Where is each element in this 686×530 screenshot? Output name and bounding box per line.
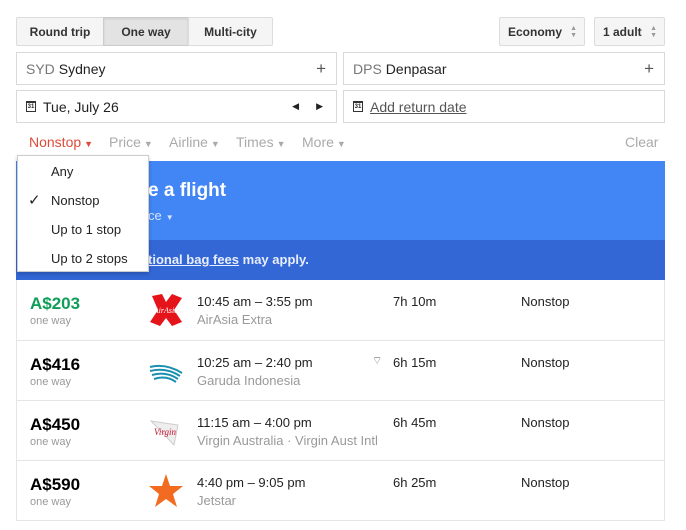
multi-city-button[interactable]: Multi-city bbox=[188, 17, 273, 46]
cabin-select[interactable]: Economy ▲ ▼ bbox=[499, 17, 585, 46]
flight-duration: 6h 25m bbox=[393, 475, 437, 490]
caret-down-icon: ▼ bbox=[84, 139, 94, 149]
virgin-logo-icon: Virgin bbox=[149, 420, 179, 447]
flight-stops: Nonstop bbox=[521, 475, 570, 490]
passengers-value: 1 adult bbox=[603, 24, 642, 39]
next-date-icon[interactable]: ▶ bbox=[316, 101, 323, 112]
svg-text:AirAsia: AirAsia bbox=[153, 306, 178, 315]
airline-filter[interactable]: Airline ▼ bbox=[169, 134, 220, 150]
updown-arrow-icon: ▲ ▼ bbox=[650, 25, 657, 39]
departure-date: Tue, July 26 bbox=[43, 98, 119, 115]
passengers-select[interactable]: 1 adult ▲ ▼ bbox=[594, 17, 665, 46]
stops-filter[interactable]: Nonstop ▼ bbox=[29, 134, 93, 150]
sort-label: ce bbox=[148, 208, 162, 223]
destination-city: Denpasar bbox=[385, 60, 447, 77]
calendar-icon: 31 bbox=[353, 101, 363, 112]
departure-date-input[interactable]: 31 Tue, July 26 ◀ ▶ bbox=[16, 90, 337, 123]
wifi-icon: ⌔ bbox=[372, 355, 383, 367]
flight-duration: 6h 45m bbox=[393, 415, 437, 430]
flight-price: A$450 bbox=[30, 415, 81, 434]
airasia-logo-icon: AirAsia bbox=[150, 294, 182, 326]
price-filter[interactable]: Price ▼ bbox=[109, 134, 153, 150]
banner-title: e a flight bbox=[148, 180, 227, 201]
airline-name: Jetstar bbox=[197, 493, 237, 508]
flight-duration: 7h 10m bbox=[393, 294, 437, 309]
caret-down-icon: ▼ bbox=[276, 139, 286, 149]
one-way-button[interactable]: One way bbox=[103, 17, 189, 46]
flight-stops: Nonstop bbox=[521, 294, 570, 309]
flight-times: 10:25 am – 2:40 pm bbox=[197, 355, 313, 370]
flight-duration: 6h 15m bbox=[393, 355, 437, 370]
caret-down-icon: ▼ bbox=[210, 139, 220, 149]
price-note: one way bbox=[30, 315, 71, 327]
airline-name: AirAsia Extra bbox=[197, 312, 273, 327]
menu-item-any[interactable]: Any bbox=[51, 164, 73, 179]
caret-down-icon: ▼ bbox=[165, 213, 174, 222]
flight-price: A$416 bbox=[30, 355, 81, 374]
airline-filter-label: Airline bbox=[169, 134, 208, 150]
flight-stops: Nonstop bbox=[521, 415, 570, 430]
flight-price: A$590 bbox=[30, 475, 81, 494]
flight-row[interactable]: A$450 one way Virgin 11:15 am – 4:00 pm … bbox=[17, 400, 664, 460]
sort-dropdown[interactable]: ce ▼ bbox=[148, 208, 174, 223]
round-trip-button[interactable]: Round trip bbox=[16, 17, 104, 46]
cabin-value: Economy bbox=[508, 24, 563, 39]
menu-item-nonstop[interactable]: Nonstop bbox=[51, 193, 99, 208]
origin-code: SYD bbox=[26, 60, 55, 77]
more-filter-label: More bbox=[302, 134, 334, 150]
stops-dropdown-menu: Any ✓ Nonstop Up to 1 stop Up to 2 stops bbox=[17, 155, 149, 272]
add-origin-plus-icon[interactable]: + bbox=[316, 59, 326, 79]
stops-filter-label: Nonstop bbox=[29, 134, 82, 150]
more-filter[interactable]: More ▼ bbox=[302, 134, 346, 150]
menu-item-up-to-1-stop[interactable]: Up to 1 stop bbox=[51, 222, 121, 237]
flight-times: 4:40 pm – 9:05 pm bbox=[197, 475, 306, 490]
bag-fees-note: may apply. bbox=[239, 252, 309, 267]
times-filter-label: Times bbox=[236, 134, 274, 150]
calendar-icon: 31 bbox=[26, 101, 36, 112]
clear-filters-button[interactable]: Clear bbox=[625, 134, 658, 150]
origin-input[interactable]: SYD Sydney + bbox=[16, 52, 337, 85]
flight-row[interactable]: A$416 one way 10:25 am – 2:40 pm Garuda … bbox=[17, 340, 664, 400]
jetstar-logo-icon bbox=[149, 474, 183, 507]
flight-times: 11:15 am – 4:00 pm bbox=[197, 415, 312, 430]
price-note: one way bbox=[30, 376, 71, 388]
airline-name: Garuda Indonesia bbox=[197, 373, 301, 388]
flight-row[interactable]: A$590 one way 4:40 pm – 9:05 pm Jetstar … bbox=[17, 460, 664, 520]
flight-results-list: A$203 one way AirAsia 10:45 am – 3:55 pm… bbox=[16, 280, 665, 521]
airline-name: Virgin Australia · Virgin Aust Intl bbox=[197, 433, 378, 448]
destination-input[interactable]: DPS Denpasar + bbox=[343, 52, 665, 85]
flight-stops: Nonstop bbox=[521, 355, 570, 370]
garuda-logo-icon bbox=[149, 364, 183, 383]
flight-row[interactable]: A$203 one way AirAsia 10:45 am – 3:55 pm… bbox=[17, 280, 664, 340]
flight-price: A$203 bbox=[30, 294, 81, 313]
destination-code: DPS bbox=[353, 60, 382, 77]
price-filter-label: Price bbox=[109, 134, 141, 150]
menu-item-up-to-2-stops[interactable]: Up to 2 stops bbox=[51, 251, 128, 266]
bag-fees-link[interactable]: tional bag fees bbox=[148, 252, 239, 267]
prev-date-icon[interactable]: ◀ bbox=[292, 101, 299, 112]
price-note: one way bbox=[30, 496, 71, 508]
return-date-input[interactable]: 31 Add return date bbox=[343, 90, 665, 123]
origin-city: Sydney bbox=[58, 60, 106, 77]
svg-text:Virgin: Virgin bbox=[154, 427, 176, 437]
add-return-date-link[interactable]: Add return date bbox=[370, 99, 467, 115]
times-filter[interactable]: Times ▼ bbox=[236, 134, 286, 150]
add-destination-plus-icon[interactable]: + bbox=[644, 59, 654, 79]
checkmark-icon: ✓ bbox=[28, 192, 41, 209]
flight-times: 10:45 am – 3:55 pm bbox=[197, 294, 313, 309]
price-note: one way bbox=[30, 436, 71, 448]
caret-down-icon: ▼ bbox=[336, 139, 346, 149]
updown-arrow-icon: ▲ ▼ bbox=[570, 25, 577, 39]
caret-down-icon: ▼ bbox=[143, 139, 153, 149]
